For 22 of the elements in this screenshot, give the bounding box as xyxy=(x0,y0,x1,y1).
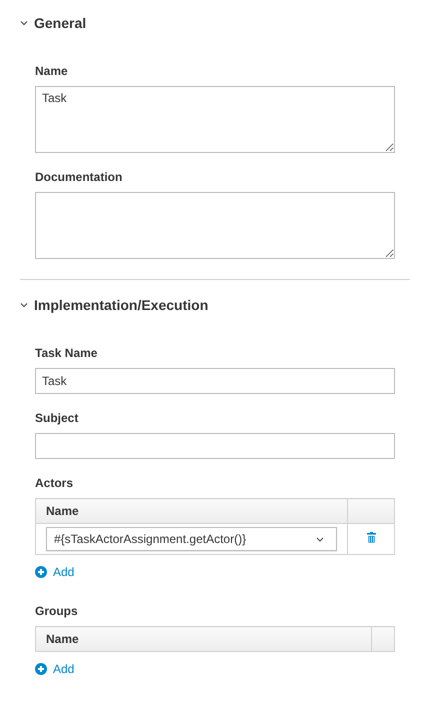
field-label: Documentation xyxy=(35,170,124,184)
select-field[interactable]: #{sTaskActorAssignment.getActor()} xyxy=(46,527,337,551)
column-header: Name xyxy=(36,498,348,524)
plus-circle-icon xyxy=(35,663,47,675)
field-label: Subject xyxy=(35,411,80,425)
caret-icon xyxy=(316,536,324,542)
column-header: Name xyxy=(36,626,372,652)
input-field[interactable]: Task xyxy=(35,368,395,394)
add-link[interactable]: Add xyxy=(35,565,74,579)
input-field[interactable] xyxy=(35,433,395,459)
field-label: Task Name xyxy=(35,346,98,360)
field-label: Groups xyxy=(35,604,79,618)
add-link[interactable]: Add xyxy=(35,662,74,676)
field-label: Actors xyxy=(35,476,74,490)
field-label: Name xyxy=(35,64,69,78)
trash-icon[interactable] xyxy=(366,532,376,543)
chevron-icon[interactable] xyxy=(20,302,28,308)
section-title[interactable]: General xyxy=(34,15,86,31)
text-area[interactable]: Task xyxy=(35,86,395,153)
plus-circle-icon xyxy=(35,566,47,578)
chevron-icon[interactable] xyxy=(20,20,28,26)
section-title[interactable]: Implementation/Execution xyxy=(34,297,208,313)
